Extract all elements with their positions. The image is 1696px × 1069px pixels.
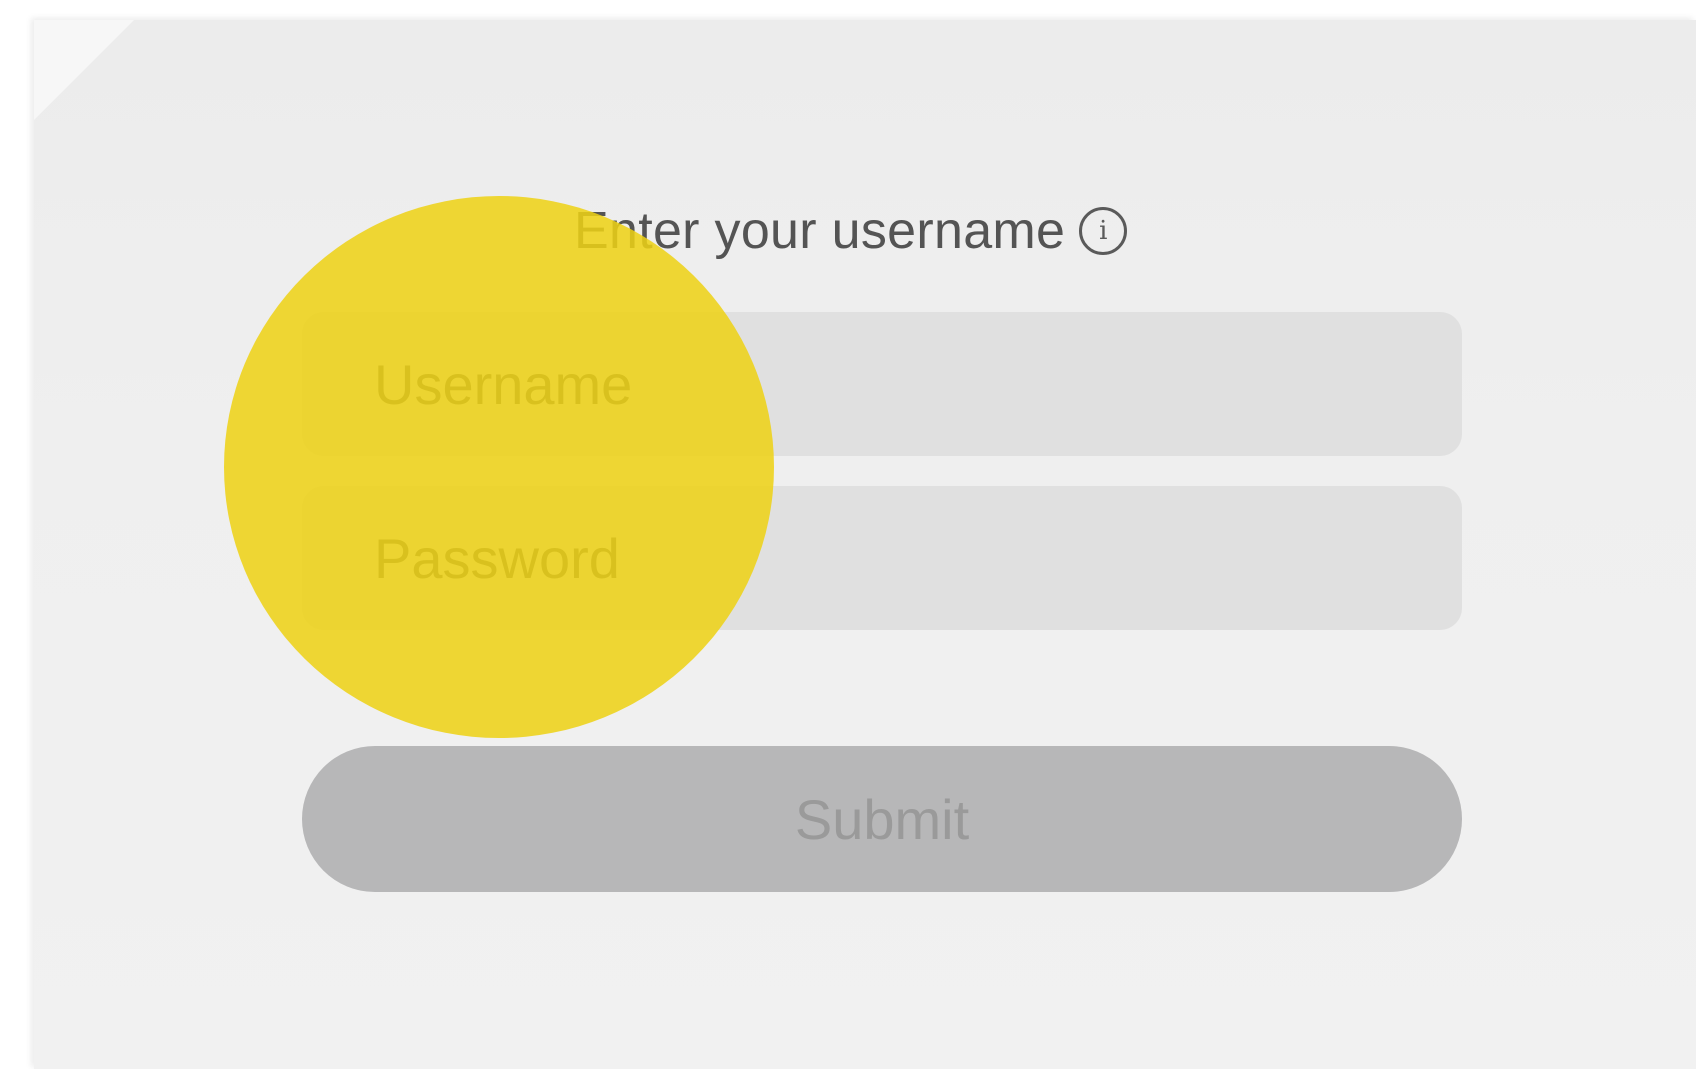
page-corner — [34, 20, 134, 120]
password-input[interactable] — [374, 486, 1462, 630]
username-prompt: Enter your username i — [574, 196, 1128, 266]
username-field[interactable] — [302, 312, 1462, 456]
info-icon[interactable]: i — [1079, 207, 1128, 255]
password-field[interactable] — [302, 486, 1462, 630]
submit-button[interactable]: Submit — [302, 746, 1462, 892]
prompt-label: Enter your username — [574, 202, 1066, 260]
username-input[interactable] — [374, 312, 1462, 456]
